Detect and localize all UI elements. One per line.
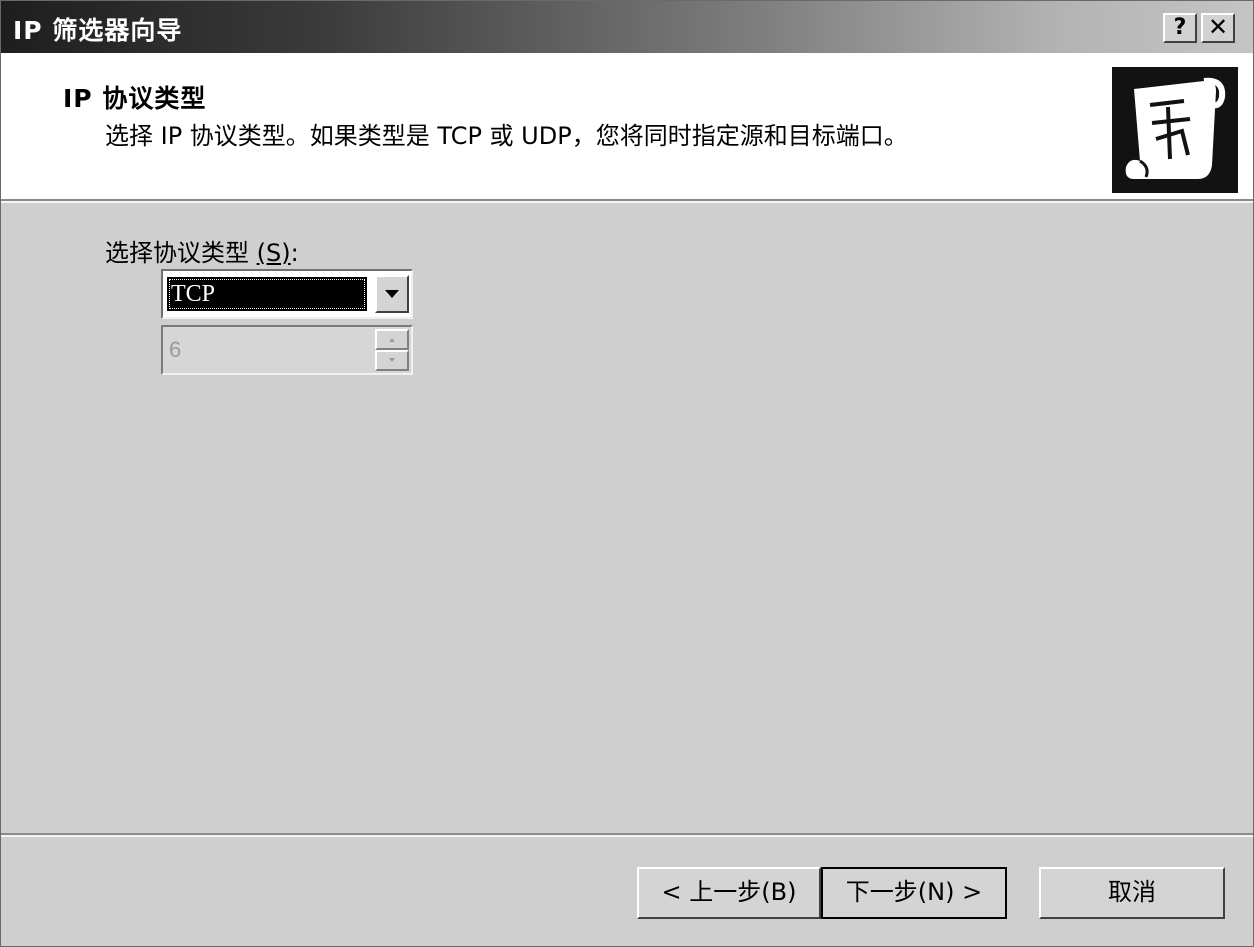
back-button[interactable]: < 上一步(B)	[637, 867, 821, 919]
page-description: 选择 IP 协议类型。如果类型是 TCP 或 UDP，您将同时指定源和目标端口。	[105, 122, 908, 150]
protocol-number-spinner: 6	[161, 325, 413, 375]
window-title: IP 筛选器向导	[13, 16, 183, 45]
protocol-type-label: 选择协议类型 (S):	[105, 233, 299, 268]
scroll-wizard-icon	[1112, 67, 1238, 193]
dropdown-button[interactable]	[375, 275, 409, 313]
protocol-type-label-accel: (S)	[256, 239, 291, 267]
protocol-type-select[interactable]: TCP	[161, 269, 413, 319]
protocol-type-label-colon: :	[290, 239, 299, 267]
close-button[interactable]: ✕	[1201, 13, 1235, 43]
title-bar: IP 筛选器向导 ? ✕	[1, 1, 1253, 53]
spin-up-button	[375, 329, 409, 350]
protocol-number-value: 6	[169, 337, 182, 362]
page-title: IP 协议类型	[63, 84, 207, 113]
spin-down-button	[375, 350, 409, 371]
arrow-down-icon	[389, 358, 395, 362]
cancel-button[interactable]: 取消	[1039, 867, 1225, 919]
help-button[interactable]: ?	[1163, 13, 1197, 43]
chevron-down-icon	[385, 290, 399, 298]
next-button[interactable]: 下一步(N) >	[821, 867, 1007, 919]
footer-divider-highlight	[1, 835, 1253, 837]
ip-filter-wizard-window: IP 筛选器向导 ? ✕ IP 协议类型 选择 IP 协议类型。如果类型是 TC…	[0, 0, 1254, 947]
protocol-type-label-text: 选择协议类型	[105, 239, 249, 267]
protocol-type-selected: TCP	[167, 277, 367, 311]
arrow-up-icon	[389, 338, 395, 342]
